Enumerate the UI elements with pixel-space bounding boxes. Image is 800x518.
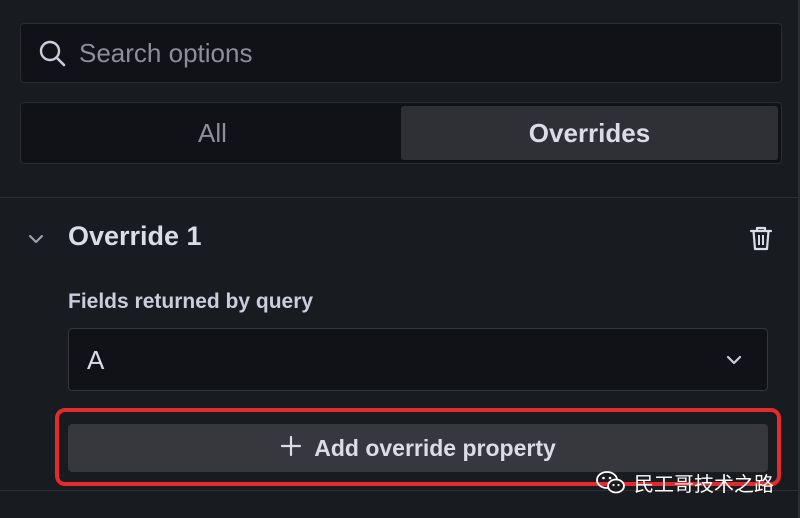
select-value: A [87, 345, 105, 375]
tab-all[interactable]: All [24, 106, 401, 160]
override-header: Override 1 [0, 213, 800, 263]
override-options-panel: All Overrides Override 1 Fields returned… [0, 0, 800, 518]
options-tab-bar: All Overrides [20, 102, 782, 164]
plus-icon [280, 433, 302, 463]
search-input[interactable] [77, 36, 721, 70]
override-title: Override 1 [68, 221, 202, 251]
search-icon [37, 38, 67, 68]
matcher-label: Fields returned by query [68, 290, 314, 313]
section-divider [0, 197, 800, 198]
add-override-property-label: Add override property [314, 434, 556, 461]
watermark: 民工哥技术之路 [596, 468, 774, 497]
chevron-down-icon [723, 349, 745, 371]
tab-overrides[interactable]: Overrides [401, 106, 778, 160]
chevron-down-icon[interactable] [24, 227, 48, 251]
trash-icon[interactable] [746, 223, 776, 253]
wechat-icon [596, 470, 626, 496]
fields-by-query-select[interactable]: A [68, 328, 768, 391]
search-box[interactable] [20, 23, 782, 83]
add-override-property-button[interactable]: Add override property [68, 424, 768, 472]
watermark-text: 民工哥技术之路 [634, 472, 774, 496]
